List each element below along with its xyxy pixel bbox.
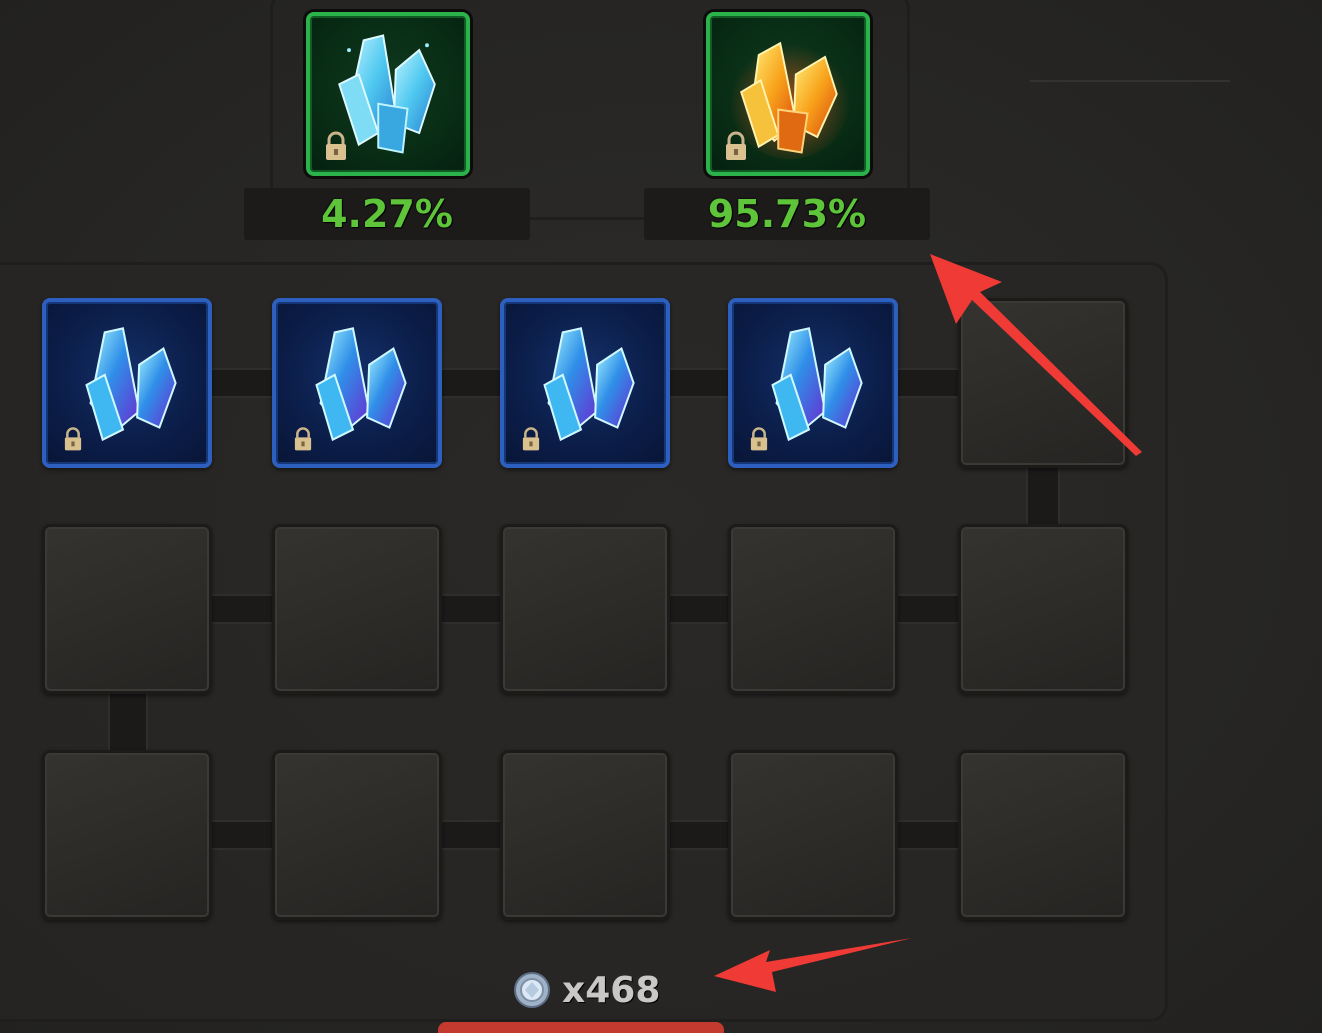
slot-connector — [210, 820, 274, 850]
slot-connector — [210, 368, 274, 398]
slot-connector — [896, 820, 960, 850]
slot-connector — [210, 594, 274, 624]
slot-connector — [668, 820, 732, 850]
lock-icon — [750, 427, 768, 451]
grid-slot-3-5[interactable] — [958, 750, 1128, 920]
grid-slot-3-4[interactable] — [728, 750, 898, 920]
lock-icon — [294, 427, 312, 451]
grid-slot-2-2[interactable] — [272, 524, 442, 694]
lock-icon — [726, 131, 746, 160]
slot-connector — [438, 594, 502, 624]
slot-connector — [896, 594, 960, 624]
slot-connector — [668, 594, 732, 624]
grid-slot-2-4[interactable] — [728, 524, 898, 694]
grid-slot-2-1[interactable] — [42, 524, 212, 694]
divider — [1030, 80, 1230, 82]
currency-count: x468 — [562, 969, 661, 1011]
slot-connector — [438, 820, 502, 850]
grid-slot-1-1[interactable] — [42, 298, 212, 468]
crystal-fusion-panel: 4.27% 95.73% x468 — [0, 0, 1322, 1033]
lock-icon — [522, 427, 540, 451]
gem-coin-icon — [514, 972, 550, 1008]
slot-connector — [668, 368, 732, 398]
result-crystal-blue[interactable] — [306, 12, 470, 176]
grid-slot-2-3[interactable] — [500, 524, 670, 694]
grid-slot-2-5[interactable] — [958, 524, 1128, 694]
chance-label-orange: 95.73% — [644, 188, 930, 240]
chance-label-blue: 4.27% — [244, 188, 530, 240]
slot-connector — [896, 368, 960, 398]
slot-connector — [108, 692, 148, 752]
lock-icon — [64, 427, 82, 451]
result-crystal-orange[interactable] — [706, 12, 870, 176]
grid-slot-3-3[interactable] — [500, 750, 670, 920]
slot-connector — [1026, 466, 1060, 526]
grid-slot-3-1[interactable] — [42, 750, 212, 920]
grid-slot-1-4[interactable] — [728, 298, 898, 468]
currency-display: x468 — [512, 968, 660, 1012]
lock-icon — [326, 131, 346, 160]
grid-slot-3-2[interactable] — [272, 750, 442, 920]
slot-connector — [438, 368, 502, 398]
grid-slot-1-3[interactable] — [500, 298, 670, 468]
grid-slot-1-5[interactable] — [958, 298, 1128, 468]
grid-slot-1-2[interactable] — [272, 298, 442, 468]
confirm-button[interactable] — [438, 1022, 724, 1033]
